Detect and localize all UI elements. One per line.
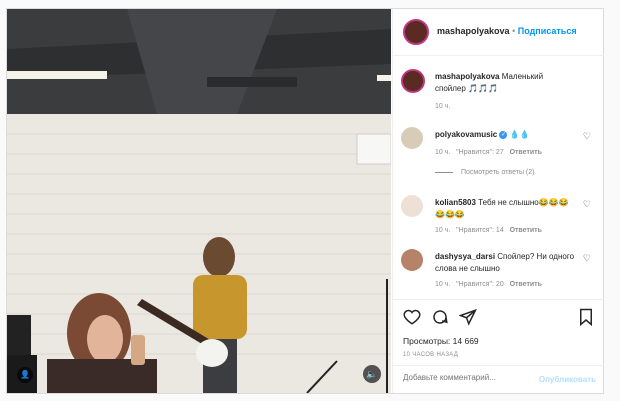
follow-button[interactable]: Подписаться <box>518 26 577 36</box>
comment-input[interactable] <box>401 372 535 383</box>
volume-icon[interactable]: 🔈 <box>363 365 381 383</box>
commenter-username[interactable]: kolian5803 <box>435 198 476 207</box>
reply-button[interactable]: Ответить <box>510 227 542 234</box>
author-avatar[interactable] <box>403 19 429 45</box>
comment-likes[interactable]: "Нравится": 27 <box>456 149 504 156</box>
like-heart-icon[interactable] <box>403 308 421 331</box>
add-comment-bar: Опубликовать <box>393 365 604 394</box>
replies-divider <box>435 171 453 173</box>
video-frame <box>7 9 391 393</box>
separator-dot: • <box>512 26 516 36</box>
caption-username[interactable]: mashapolyakova <box>435 72 499 81</box>
heart-icon[interactable]: ♡ <box>583 199 591 210</box>
post-header: mashapolyakova • Подписаться <box>393 9 604 56</box>
user-tag-icon[interactable]: 👤 <box>17 367 33 383</box>
view-replies-button[interactable]: Посмотреть ответы (2) <box>461 169 535 176</box>
comment-bubble-icon[interactable] <box>431 308 449 331</box>
instagram-post: 👤 🔈 mashapolyakova • Подписаться mashapo… <box>6 8 604 394</box>
share-send-icon[interactable] <box>458 308 477 331</box>
comment-likes[interactable]: "Нравится": 14 <box>456 227 504 234</box>
post-timestamp: 10 ЧАСОВ НАЗАД <box>403 352 459 358</box>
comment-time: 10 ч. <box>435 281 451 288</box>
bookmark-icon[interactable] <box>578 308 594 331</box>
verified-badge-icon: ✓ <box>499 130 508 139</box>
commenter-username[interactable]: polyakovamusic <box>435 130 497 139</box>
commenter-username[interactable]: dashysya_darsi <box>435 252 495 261</box>
caption-time: 10 ч. <box>435 103 451 110</box>
commenter-avatar[interactable] <box>401 127 423 149</box>
comment-time: 10 ч. <box>435 227 451 234</box>
heart-icon[interactable]: ♡ <box>583 131 591 142</box>
post-sidebar: mashapolyakova • Подписаться mashapolyak… <box>392 9 604 393</box>
reply-button[interactable]: Ответить <box>510 149 542 156</box>
heart-icon[interactable]: ♡ <box>583 253 591 264</box>
comment-likes[interactable]: "Нравится": 20 <box>456 281 504 288</box>
post-video[interactable]: 👤 🔈 <box>7 9 391 393</box>
reply-button[interactable]: Ответить <box>510 281 542 288</box>
commenter-avatar[interactable] <box>401 195 423 217</box>
comment-time: 10 ч. <box>435 149 451 156</box>
commenter-avatar[interactable] <box>401 249 423 271</box>
publish-button[interactable]: Опубликовать <box>539 375 596 384</box>
comment-text: 💧💧 <box>509 130 530 139</box>
caption-avatar[interactable] <box>401 69 425 93</box>
views-count[interactable]: Просмотры: 14 669 <box>403 336 479 346</box>
author-username[interactable]: mashapolyakova <box>437 26 510 36</box>
